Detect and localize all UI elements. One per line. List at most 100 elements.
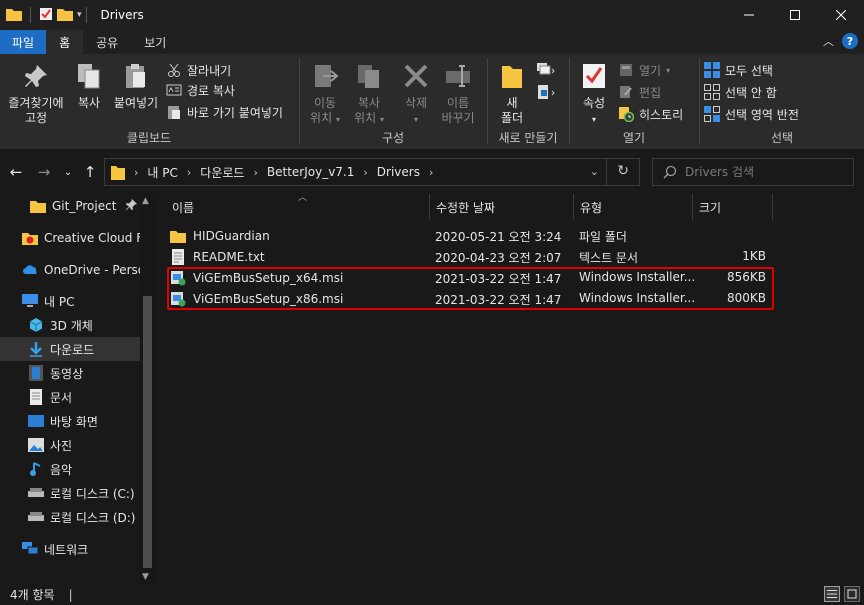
properties-button[interactable]: 속성 ▾	[574, 60, 614, 127]
large-icons-view-button[interactable]	[844, 586, 860, 602]
nav-item-network[interactable]: 네트워크	[0, 537, 140, 561]
nav-item-onedrive[interactable]: OneDrive - Persor	[0, 258, 140, 282]
refresh-icon[interactable]: ↻	[617, 163, 629, 179]
copy-path-button[interactable]: 경로 복사	[166, 80, 235, 100]
cut-button[interactable]: 잘라내기	[166, 60, 231, 80]
copy-path-icon	[166, 82, 182, 98]
nav-label: 다운로드	[50, 342, 95, 357]
nav-scrollbar[interactable]: ▲ ▼	[140, 194, 154, 584]
scroll-up-icon[interactable]: ▲	[142, 196, 149, 206]
pin-quick-access-button[interactable]: 즐겨찾기에 고정	[2, 60, 70, 126]
invert-selection-button[interactable]: 선택 영역 반전	[704, 104, 799, 124]
history-label: 히스토리	[639, 107, 684, 122]
copy-button[interactable]: 복사	[70, 60, 108, 111]
tab-home[interactable]: 홈	[46, 30, 84, 54]
file-date: 2020-05-21 오전 3:24	[435, 230, 562, 244]
desktop-icon	[28, 413, 44, 429]
tab-share[interactable]: 공유	[83, 30, 131, 54]
search-input[interactable]	[685, 165, 845, 179]
history-button[interactable]: 히스토리	[618, 104, 683, 124]
new-folder-icon	[496, 60, 528, 92]
properties-quick-icon[interactable]	[39, 7, 53, 24]
column-header-type[interactable]: 유형	[574, 194, 693, 220]
back-button[interactable]: ←	[6, 162, 26, 182]
file-name: HIDGuardian	[193, 228, 270, 243]
nav-item-creative-cloud[interactable]: Creative Cloud Fil	[0, 226, 140, 250]
collapse-ribbon-icon[interactable]: ︿	[823, 33, 834, 49]
pc-icon	[22, 293, 38, 309]
nav-item-drive-c[interactable]: 로컬 디스크 (C:)	[0, 481, 140, 505]
nav-item-music[interactable]: 음악	[0, 457, 140, 481]
nav-item-git-project[interactable]: Git_Project	[0, 194, 140, 218]
breadcrumb-drivers[interactable]: Drivers	[377, 165, 420, 179]
crumb-separator-icon[interactable]: ›	[429, 166, 433, 179]
forward-button[interactable]: →	[34, 162, 54, 182]
pin-icon[interactable]	[126, 199, 138, 213]
file-row[interactable]: HIDGuardian 2020-05-21 오전 3:24 파일 폴더	[170, 225, 770, 246]
title-bar: ▾ Drivers	[0, 0, 864, 30]
file-list: 이름 ︿ 수정한 날짜 유형 크기 HIDGuardian 2020-05-21…	[160, 193, 864, 584]
download-icon	[28, 341, 44, 357]
move-to-button[interactable]: 이동 위치 ▾	[304, 60, 346, 127]
breadcrumb-pc[interactable]: 내 PC	[147, 164, 177, 181]
paste-icon	[120, 60, 152, 92]
file-name: README.txt	[193, 249, 265, 264]
copy-to-button[interactable]: 복사 위치 ▾	[348, 60, 390, 127]
delete-button[interactable]: 삭제 ▾	[396, 60, 436, 127]
crumb-separator-icon[interactable]: ›	[187, 166, 191, 179]
scroll-down-icon[interactable]: ▼	[142, 572, 149, 582]
paste-button[interactable]: 붙여넣기	[108, 60, 164, 111]
customize-quick-access-icon[interactable]: ▾	[77, 10, 82, 20]
nav-item-desktop[interactable]: 바탕 화면	[0, 409, 140, 433]
edit-button[interactable]: 편집	[618, 82, 661, 102]
up-button[interactable]: ↑	[80, 162, 100, 182]
window-title: Drivers	[100, 8, 144, 22]
nav-item-this-pc[interactable]: 내 PC	[0, 289, 140, 313]
file-row[interactable]: README.txt 2020-04-23 오전 2:07 텍스트 문서 1KB	[170, 246, 770, 267]
select-none-button[interactable]: 선택 안 함	[704, 82, 777, 102]
column-header-date[interactable]: 수정한 날짜	[430, 194, 574, 220]
drive-icon	[28, 485, 44, 501]
video-icon	[28, 365, 44, 381]
edit-icon	[618, 84, 634, 100]
new-item-icon[interactable]	[536, 62, 556, 83]
nav-item-drive-d[interactable]: 로컬 디스크 (D:)	[0, 505, 140, 529]
maximize-button[interactable]	[772, 0, 818, 30]
tab-view[interactable]: 보기	[131, 30, 179, 54]
column-header-name[interactable]: 이름 ︿	[166, 193, 430, 220]
address-bar[interactable]: › 내 PC › 다운로드 › BetterJoy_v7.1 › Drivers…	[104, 158, 640, 186]
search-box[interactable]	[652, 158, 854, 186]
details-view-button[interactable]	[824, 586, 840, 602]
invert-selection-icon	[704, 106, 720, 122]
nav-item-videos[interactable]: 동영상	[0, 361, 140, 385]
nav-label: 네트워크	[44, 542, 89, 557]
select-all-button[interactable]: 모두 선택	[704, 60, 773, 80]
copy-to-label: 복사 위치 ▾	[354, 96, 384, 125]
nav-item-documents[interactable]: 문서	[0, 385, 140, 409]
new-folder-button[interactable]: 새 폴더	[492, 60, 532, 126]
crumb-separator-icon[interactable]: ›	[363, 166, 367, 179]
open-button[interactable]: 열기 ▾	[618, 60, 670, 80]
nav-item-pictures[interactable]: 사진	[0, 433, 140, 457]
minimize-button[interactable]	[726, 0, 772, 30]
breadcrumb-downloads[interactable]: 다운로드	[200, 164, 244, 181]
paste-shortcut-button[interactable]: 바로 가기 붙여넣기	[166, 102, 283, 122]
crumb-separator-icon[interactable]: ›	[253, 166, 257, 179]
rename-button[interactable]: 이름 바꾸기	[436, 60, 480, 126]
new-folder-quick-icon[interactable]	[57, 7, 73, 24]
recent-locations-button[interactable]: ⌄	[58, 162, 78, 182]
nav-label: 내 PC	[44, 294, 75, 309]
easy-access-icon[interactable]	[536, 84, 556, 105]
column-header-size[interactable]: 크기	[693, 194, 773, 220]
address-dropdown-icon[interactable]: ⌄	[590, 165, 599, 178]
scrollbar-thumb[interactable]	[143, 296, 152, 568]
breadcrumb-betterjoy[interactable]: BetterJoy_v7.1	[267, 165, 355, 179]
nav-item-downloads[interactable]: 다운로드	[0, 337, 140, 361]
close-button[interactable]	[818, 0, 864, 30]
nav-label: 문서	[50, 390, 73, 405]
nav-item-3d-objects[interactable]: 3D 개체	[0, 313, 140, 337]
file-size: 1KB	[742, 249, 766, 263]
tab-file[interactable]: 파일	[0, 30, 47, 54]
minimize-icon	[744, 14, 754, 16]
help-icon[interactable]: ?	[842, 33, 858, 49]
